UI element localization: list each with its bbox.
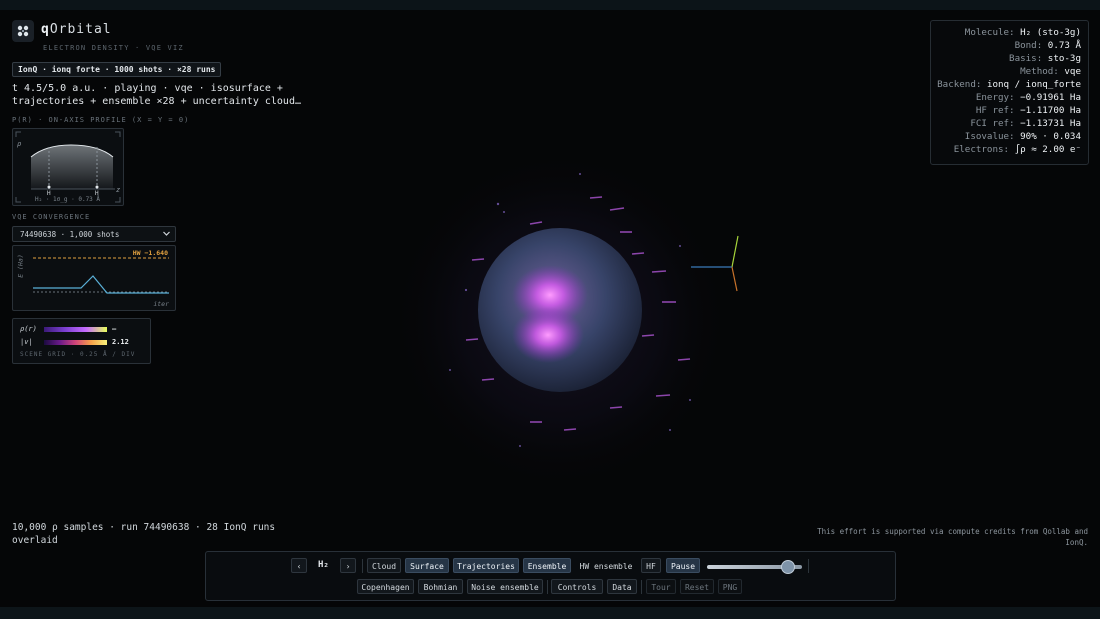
info-row: Energy: −0.91961 Ha xyxy=(976,92,1081,103)
velocity-colorbar xyxy=(44,339,107,345)
status-line: t 4.5/5.0 a.u. · playing · vqe · isosurf… xyxy=(12,83,301,107)
separator xyxy=(547,580,548,594)
info-value: −0.91961 Ha xyxy=(1020,92,1081,103)
surface-toggle[interactable]: Surface xyxy=(405,558,449,573)
ensemble-toggle[interactable]: Ensemble xyxy=(523,558,571,573)
info-key: Isovalue: xyxy=(964,131,1015,142)
orbital-viewport[interactable] xyxy=(380,150,760,490)
time-slider-thumb[interactable] xyxy=(781,560,795,574)
png-export-button[interactable]: PNG xyxy=(718,579,742,594)
noise-ensemble-button[interactable]: Noise ensemble xyxy=(467,579,543,594)
orbital-scene xyxy=(390,150,730,490)
info-row: HF ref: −1.11700 Ha xyxy=(976,105,1081,116)
prev-molecule-button[interactable]: ‹ xyxy=(291,558,307,573)
run-select[interactable]: 74490638 · 1,000 shots xyxy=(12,226,176,242)
vqe-y-label: E (Ha) xyxy=(16,254,25,278)
copenhagen-button[interactable]: Copenhagen xyxy=(357,579,414,594)
bohmian-button[interactable]: Bohmian xyxy=(418,579,463,594)
color-legend: ρ(r) — |v| 2.12 SCENE GRID · 0.25 Å / DI… xyxy=(12,318,151,364)
pause-button[interactable]: Pause xyxy=(666,558,700,573)
info-key: Bond: xyxy=(1014,40,1043,51)
info-row: Isovalue: 90% · 0.034 xyxy=(965,131,1081,142)
info-row: Method: vqe xyxy=(1020,66,1081,77)
profile-plot: ρ z H H H₂ · 1σ_g · 0.73 Å xyxy=(12,128,124,206)
control-bar: ‹ H₂ › Cloud Surface Trajectories Ensemb… xyxy=(205,551,896,601)
cloud-toggle[interactable]: Cloud xyxy=(367,558,401,573)
info-row: FCI ref: −1.13731 Ha xyxy=(970,118,1081,129)
separator xyxy=(641,580,642,594)
controls-button[interactable]: Controls xyxy=(551,579,603,594)
separator xyxy=(808,559,809,573)
profile-x-label: z xyxy=(116,186,121,194)
info-row: Basis: sto-3g xyxy=(1009,53,1081,64)
run-badge: IonQ · ionq forte · 1000 shots · ×28 run… xyxy=(12,62,222,77)
info-key: Backend: xyxy=(937,79,982,90)
next-molecule-button[interactable]: › xyxy=(340,558,356,573)
info-key: Molecule: xyxy=(964,27,1015,38)
vqe-convergence-plot: HW −1.640 E (Ha) iter xyxy=(12,245,176,311)
profile-label: P(R) · ON-AXIS PROFILE (X = Y = 0) xyxy=(12,116,190,124)
info-key: FCI ref: xyxy=(970,118,1015,129)
info-row: Molecule: H₂ (sto-3g) xyxy=(965,27,1081,38)
vqe-x-label: iter xyxy=(153,300,169,308)
info-row: Bond: 0.73 Å xyxy=(1015,40,1081,51)
chevron-down-icon xyxy=(163,231,170,236)
info-value: vqe xyxy=(1064,66,1081,77)
info-value: −1.13731 Ha xyxy=(1020,118,1081,129)
density-legend: ρ(r) — xyxy=(20,325,116,333)
info-value: 0.73 Å xyxy=(1047,40,1081,51)
molecule-name: H₂ xyxy=(318,560,329,570)
info-key: Energy: xyxy=(975,92,1015,103)
info-value: sto-3g xyxy=(1047,53,1081,64)
reset-button[interactable]: Reset xyxy=(680,579,714,594)
info-value: ∫ρ ≈ 2.00 e⁻ xyxy=(1014,144,1081,155)
density-value: — xyxy=(112,325,117,333)
velocity-legend: |v| 2.12 xyxy=(20,338,129,346)
info-key: Method: xyxy=(1020,66,1059,77)
profile-y-label: ρ xyxy=(17,140,22,148)
run-select-value: 74490638 · 1,000 shots xyxy=(20,230,120,239)
separator xyxy=(362,559,363,573)
molecule-info-panel: Molecule: H₂ (sto-3g) Bond: 0.73 Å Basis: … xyxy=(930,20,1089,165)
brand: qOrbital ELECTRON DENSITY · VQE VIZ xyxy=(12,20,184,52)
info-value: −1.11700 Ha xyxy=(1020,105,1081,116)
credits-note: This effort is supported via compute cre… xyxy=(817,527,1088,547)
info-row: Electrons: ∫ρ ≈ 2.00 e⁻ xyxy=(954,144,1081,155)
samples-caption: 10,000 ρ samples · run 74490638 · 28 Ion… xyxy=(12,522,276,546)
info-key: Basis: xyxy=(1009,53,1043,64)
top-strip xyxy=(0,0,1100,10)
info-value: 90% · 0.034 xyxy=(1020,131,1081,142)
density-colorbar xyxy=(44,326,107,332)
trajectories-toggle[interactable]: Trajectories xyxy=(453,558,519,573)
profile-caption: H₂ · 1σ_g · 0.73 Å xyxy=(35,196,101,203)
axes-gizmo xyxy=(691,235,739,292)
data-button[interactable]: Data xyxy=(607,579,637,594)
velocity-value: 2.12 xyxy=(112,338,129,346)
hw-energy-label: HW −1.640 xyxy=(132,249,168,257)
info-value: H₂ (sto-3g) xyxy=(1020,27,1081,38)
density-label: ρ(r) xyxy=(20,325,37,333)
info-key: Electrons: xyxy=(953,144,1010,155)
info-key: HF ref: xyxy=(975,105,1015,116)
info-row: Backend: ionq / ionq_forte xyxy=(937,79,1081,90)
grid-note: SCENE GRID · 0.25 Å / DIV xyxy=(20,351,136,358)
hw-ensemble-toggle[interactable]: HW ensemble xyxy=(575,558,637,573)
hf-toggle[interactable]: HF xyxy=(641,558,661,573)
info-value: ionq / ionq_forte xyxy=(986,79,1081,90)
app-subtitle: ELECTRON DENSITY · VQE VIZ xyxy=(43,44,184,52)
tour-button[interactable]: Tour xyxy=(646,579,676,594)
bottom-strip xyxy=(0,607,1100,619)
app-title: qOrbital xyxy=(41,22,112,37)
velocity-label: |v| xyxy=(20,338,33,346)
orbital-grid-icon xyxy=(12,20,34,42)
vqe-label: VQE CONVERGENCE xyxy=(12,213,91,221)
